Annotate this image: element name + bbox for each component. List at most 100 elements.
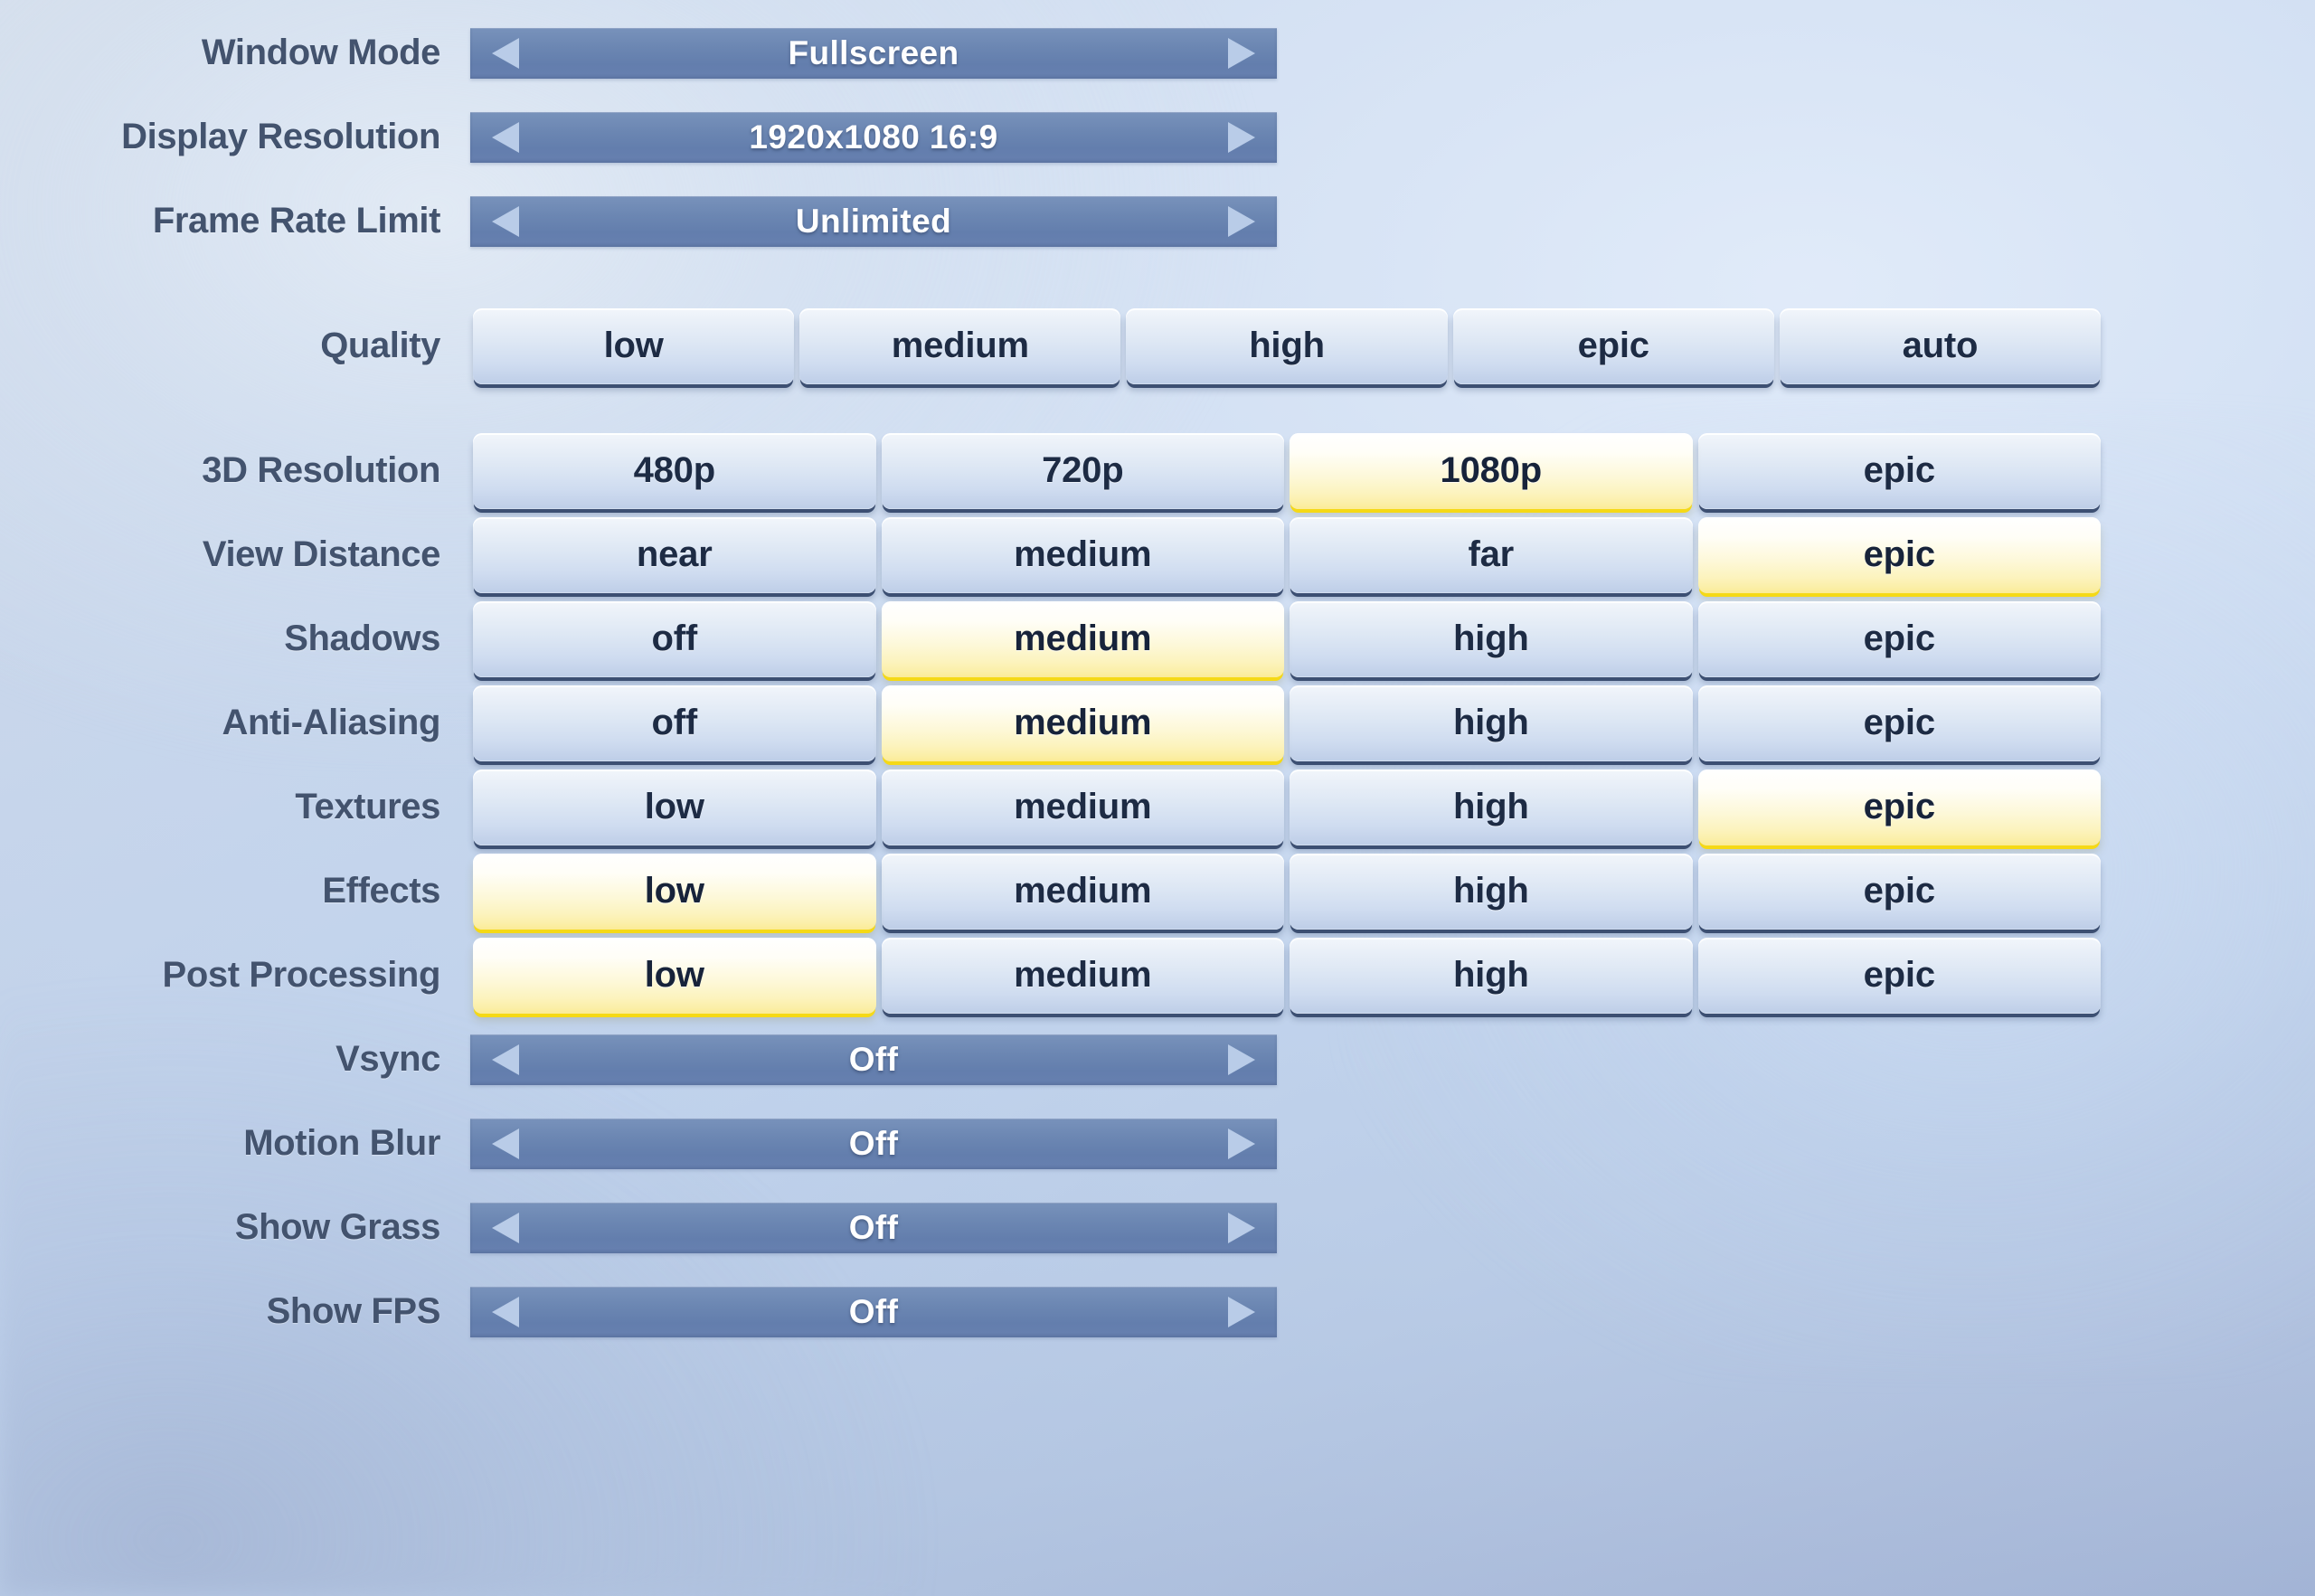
value-stepper[interactable]: 1920x1080 16:9 (470, 111, 1277, 163)
option-button[interactable]: far (1290, 516, 1693, 593)
setting-label: View Distance (202, 534, 440, 574)
stepper-value: Off (848, 1208, 899, 1246)
option-button[interactable]: medium (881, 937, 1284, 1014)
triangle-left-icon[interactable] (470, 196, 541, 247)
stepper-value: Unlimited (795, 202, 952, 240)
option-group: low medium high epic auto (470, 307, 2103, 384)
triangle-left-icon[interactable] (470, 1034, 541, 1085)
graphics-options-section: 3D Resolution 480p 720p 1080p epic View Dista… (0, 429, 2315, 1017)
option-button[interactable]: 480p (473, 432, 876, 509)
option-button[interactable]: high (1290, 685, 1693, 761)
option-group: off medium high epic (470, 685, 2103, 761)
triangle-left-icon[interactable] (470, 112, 541, 163)
setting-label: Window Mode (201, 33, 440, 72)
setting-label: Post Processing (162, 955, 441, 995)
setting-row: Motion Blur Off (0, 1101, 2315, 1185)
triangle-right-icon[interactable] (1206, 196, 1277, 247)
option-button[interactable]: epic (1697, 432, 2101, 509)
setting-row: Show Grass Off (0, 1185, 2315, 1270)
setting-row: Vsync Off (0, 1017, 2315, 1101)
toggle-settings-section: Vsync Off Motion Blur Off Show Grass Off Show … (0, 1017, 2315, 1354)
triangle-right-icon[interactable] (1206, 1287, 1277, 1337)
option-button[interactable]: high (1290, 937, 1693, 1014)
option-button[interactable]: medium (881, 685, 1284, 761)
setting-control: low medium high epic (470, 765, 2315, 849)
option-button[interactable]: low (473, 937, 876, 1014)
option-button[interactable]: medium (799, 307, 1121, 384)
option-button[interactable]: low (473, 769, 876, 845)
option-button[interactable]: 720p (881, 432, 1284, 509)
setting-control: 480p 720p 1080p epic (470, 429, 2315, 513)
option-button[interactable]: high (1290, 600, 1693, 677)
setting-label: Frame Rate Limit (152, 201, 441, 241)
stepper-value: Fullscreen (788, 33, 959, 71)
triangle-left-icon[interactable] (470, 1119, 541, 1169)
triangle-right-icon[interactable] (1206, 1034, 1277, 1085)
option-button[interactable]: high (1290, 769, 1693, 845)
display-settings-section: Window Mode Fullscreen Display Resolution 1… (0, 11, 2315, 263)
option-button[interactable]: high (1126, 307, 1448, 384)
option-button[interactable]: epic (1697, 937, 2101, 1014)
setting-label: Anti-Aliasing (222, 703, 441, 742)
value-stepper[interactable]: Unlimited (470, 195, 1277, 247)
option-button[interactable]: auto (1779, 307, 2102, 384)
triangle-right-icon[interactable] (1206, 28, 1277, 79)
setting-label: Quality (320, 326, 440, 365)
triangle-left-icon[interactable] (470, 1203, 541, 1253)
triangle-right-icon[interactable] (1206, 1203, 1277, 1253)
option-button[interactable]: medium (881, 600, 1284, 677)
setting-label: Textures (295, 787, 440, 826)
setting-label: Show FPS (266, 1291, 441, 1331)
option-button[interactable]: epic (1697, 600, 2101, 677)
setting-label: Display Resolution (121, 117, 440, 156)
option-button[interactable]: epic (1452, 307, 1774, 384)
setting-control: 1920x1080 16:9 (470, 95, 2315, 179)
quality-preset-section: Quality low medium high epic auto (0, 304, 2315, 388)
value-stepper[interactable]: Off (470, 1286, 1277, 1337)
option-button[interactable]: high (1290, 853, 1693, 930)
setting-row: Display Resolution 1920x1080 16:9 (0, 95, 2315, 179)
option-button[interactable]: epic (1697, 853, 2101, 930)
setting-label: Show Grass (234, 1207, 441, 1247)
setting-control: Off (470, 1185, 2315, 1270)
triangle-left-icon[interactable] (470, 28, 541, 79)
option-button[interactable]: medium (881, 769, 1284, 845)
setting-label: 3D Resolution (202, 450, 440, 490)
option-group: 480p 720p 1080p epic (470, 432, 2103, 509)
value-stepper[interactable]: Off (470, 1034, 1277, 1085)
setting-row: Frame Rate Limit Unlimited (0, 179, 2315, 263)
value-stepper[interactable]: Off (470, 1118, 1277, 1169)
value-stepper[interactable]: Fullscreen (470, 27, 1277, 79)
triangle-right-icon[interactable] (1206, 1119, 1277, 1169)
stepper-value: 1920x1080 16:9 (749, 118, 998, 156)
option-button[interactable]: off (473, 685, 876, 761)
triangle-left-icon[interactable] (470, 1287, 541, 1337)
triangle-right-icon[interactable] (1206, 112, 1277, 163)
setting-control: Fullscreen (470, 11, 2315, 95)
setting-control: low medium high epic (470, 933, 2315, 1017)
setting-row: Shadows off medium high epic (0, 597, 2315, 681)
option-button[interactable]: medium (881, 853, 1284, 930)
setting-control: near medium far epic (470, 513, 2315, 597)
setting-row: Textures low medium high epic (0, 765, 2315, 849)
option-button[interactable]: epic (1697, 516, 2101, 593)
option-button[interactable]: low (473, 853, 876, 930)
option-button[interactable]: low (473, 307, 795, 384)
setting-row: 3D Resolution 480p 720p 1080p epic (0, 429, 2315, 513)
option-button[interactable]: near (473, 516, 876, 593)
value-stepper[interactable]: Off (470, 1202, 1277, 1253)
setting-label: Vsync (335, 1039, 440, 1079)
option-button[interactable]: epic (1697, 685, 2101, 761)
setting-control: off medium high epic (470, 681, 2315, 765)
option-group: off medium high epic (470, 600, 2103, 677)
setting-label: Effects (322, 871, 440, 911)
stepper-value: Off (848, 1040, 899, 1078)
video-settings-panel: Window Mode Fullscreen Display Resolution 1… (0, 0, 2315, 1596)
option-group: low medium high epic (470, 937, 2103, 1014)
option-button[interactable]: epic (1697, 769, 2101, 845)
setting-row: Anti-Aliasing off medium high epic (0, 681, 2315, 765)
option-button[interactable]: off (473, 600, 876, 677)
option-button[interactable]: medium (881, 516, 1284, 593)
option-button[interactable]: 1080p (1290, 432, 1693, 509)
